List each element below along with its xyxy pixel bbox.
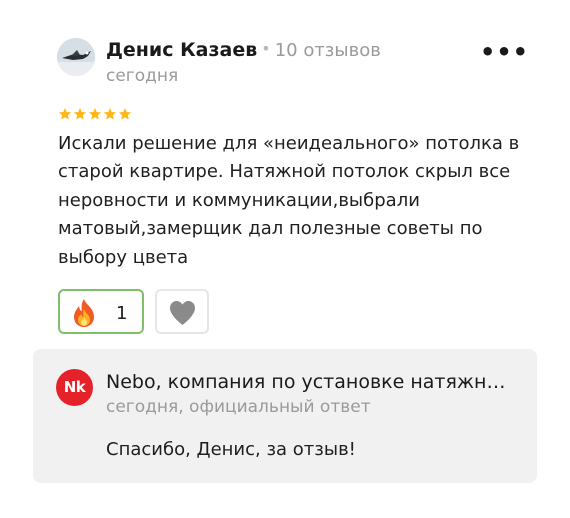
review-date: сегодня — [106, 66, 179, 86]
heart-icon — [170, 301, 195, 325]
author-name[interactable]: Денис Казаев — [106, 39, 257, 61]
review-text: Искали решение для «неидеального» потолк… — [58, 133, 520, 268]
star-icon — [58, 108, 72, 120]
separator-dot: • — [261, 39, 271, 58]
review-header: Денис Казаев • 10 отзывов — [106, 39, 381, 61]
avatar-photo — [57, 38, 95, 76]
like-button[interactable] — [155, 289, 209, 334]
star-icon — [88, 108, 102, 120]
fire-emoji-icon — [74, 299, 94, 327]
fire-reaction-count: 1 — [116, 303, 128, 324]
reply-meta: сегодня, официальный ответ — [106, 397, 371, 417]
author-review-count: 10 отзывов — [274, 40, 381, 61]
reply-company-name[interactable]: Nebo, компания по установке натяжн… — [106, 371, 506, 393]
more-dots-icon: ••• — [480, 38, 530, 66]
company-reply: Nk Nebo, компания по установке натяжн… с… — [33, 349, 537, 483]
star-icon — [73, 108, 87, 120]
fire-reaction-button[interactable]: 1 — [58, 289, 144, 334]
star-icon — [103, 108, 117, 120]
author-avatar[interactable] — [57, 38, 95, 76]
star-rating — [58, 107, 132, 121]
reply-text: Спасибо, Денис, за отзыв! — [106, 439, 356, 460]
star-icon — [118, 108, 132, 120]
company-logo[interactable]: Nk — [56, 369, 93, 406]
more-options-button[interactable]: ••• — [480, 40, 528, 70]
